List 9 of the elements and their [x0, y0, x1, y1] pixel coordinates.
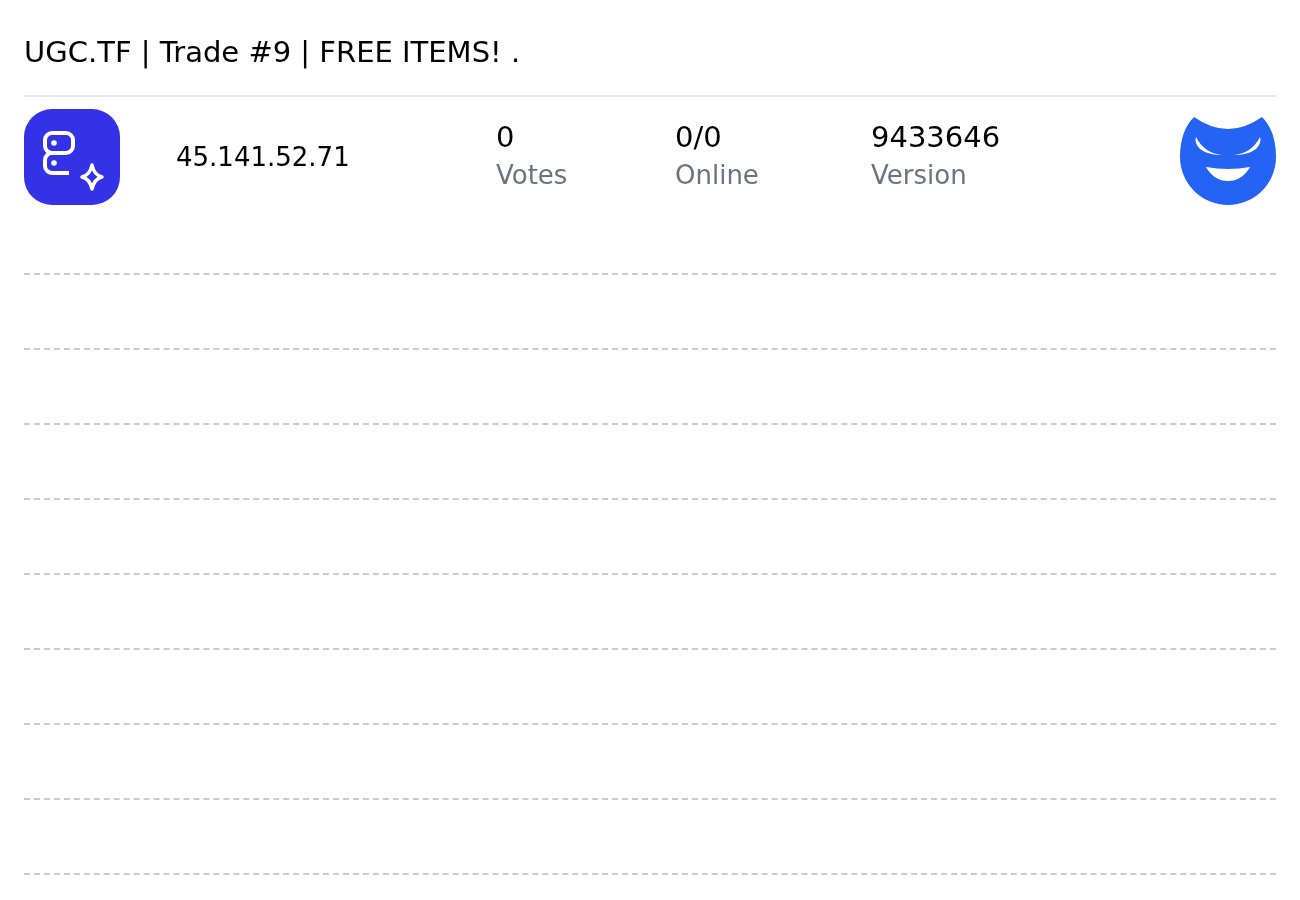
stat-value: 9433646 — [871, 119, 1002, 155]
server-address: 45.141.52.71 — [176, 142, 351, 172]
stat-value: 0 — [496, 119, 516, 155]
stat-label: Version — [871, 159, 968, 192]
stat-label: Online — [675, 159, 760, 192]
page-title: UGC.TF | Trade #9 | FREE ITEMS! . — [24, 34, 522, 71]
server-icon — [24, 109, 120, 205]
stat-label: Votes — [496, 159, 569, 192]
stat-value: 0/0 — [675, 119, 723, 155]
